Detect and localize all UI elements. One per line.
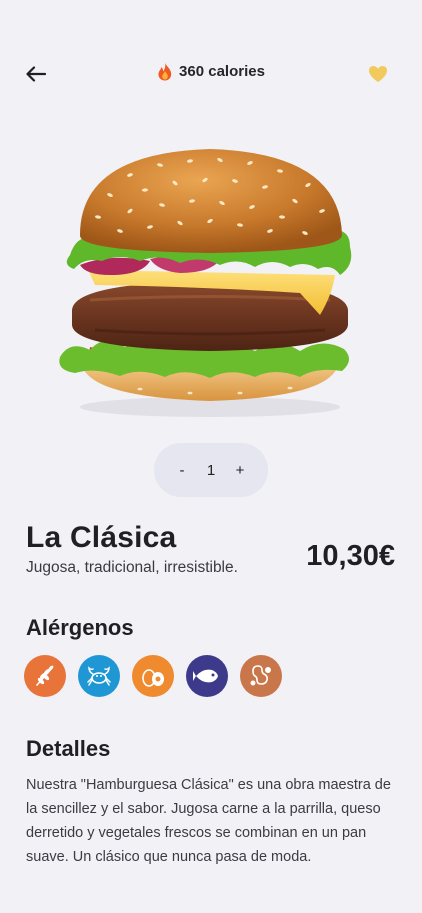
heart-icon <box>369 66 387 82</box>
allergens-list <box>24 655 282 697</box>
allergen-gluten <box>24 655 66 697</box>
calories-label: 360 calories <box>179 63 265 80</box>
details-title: Detalles <box>26 736 111 761</box>
favorite-button[interactable] <box>366 62 390 86</box>
details-description: Nuestra "Hamburguesa Clásica" es una obr… <box>26 777 391 865</box>
fire-icon <box>158 62 172 81</box>
burger-image <box>50 135 370 425</box>
quantity-value: 1 <box>206 461 216 479</box>
wheat-icon <box>36 665 54 686</box>
decrement-button[interactable]: - <box>172 460 192 480</box>
allergen-fish <box>186 655 228 697</box>
increment-button[interactable]: + <box>230 460 250 480</box>
allergen-crustaceans <box>78 655 120 697</box>
top-bar: 360 calories <box>0 58 422 88</box>
allergens-title: Alérgenos <box>26 615 134 640</box>
calories-indicator: 360 calories <box>0 62 422 81</box>
product-tagline: Jugosa, tradicional, irresistible. <box>26 559 238 576</box>
egg-icon <box>142 669 164 687</box>
allergen-peanuts <box>240 655 282 697</box>
product-price: 10,30€ <box>306 540 395 572</box>
product-name: La Clásica <box>26 521 177 554</box>
crab-icon <box>87 666 111 686</box>
quantity-stepper: - 1 + <box>154 443 268 497</box>
peanut-icon <box>250 665 271 686</box>
fish-icon <box>193 669 218 683</box>
allergen-eggs <box>132 655 174 697</box>
